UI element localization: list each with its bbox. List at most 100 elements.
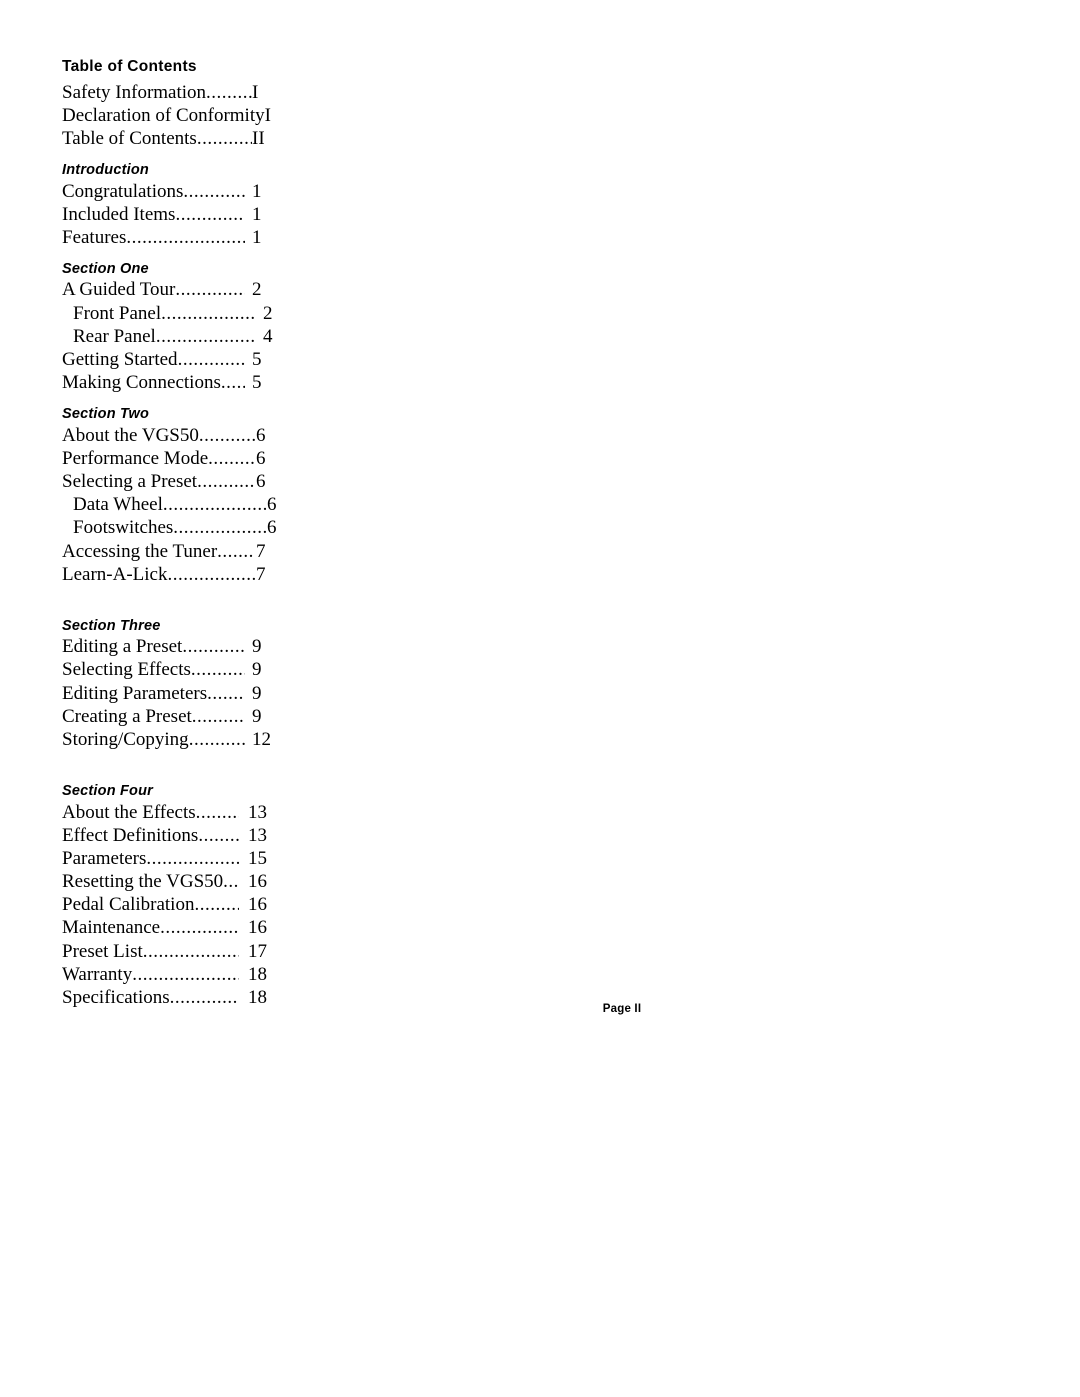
toc-entry-title: Warranty xyxy=(62,963,133,985)
toc-leader-dots: ........................................… xyxy=(197,471,255,492)
toc-entry-title: Learn-A-Lick xyxy=(62,563,168,585)
toc-entry[interactable]: Accessing the Tuner.....................… xyxy=(62,540,274,563)
toc-entry-page: 2 xyxy=(252,279,262,301)
toc-entry-page: 2 xyxy=(263,302,273,324)
toc-entry[interactable]: Maintenance.............................… xyxy=(62,916,274,939)
toc-entry-page: 5 xyxy=(252,348,262,370)
toc-entry[interactable]: Declaration of Conformity...............… xyxy=(62,104,274,127)
toc-entry-title: Storing/Copying xyxy=(62,728,189,750)
page-number-label: Page II xyxy=(602,1003,642,1015)
toc-entry[interactable]: Front Panel.............................… xyxy=(62,302,285,325)
toc-entry[interactable]: Making Connections......................… xyxy=(62,371,274,394)
toc-leader-dots: ........................................… xyxy=(160,917,239,939)
toc-entry-title: Selecting Effects xyxy=(62,659,191,681)
toc-leader-dots: ........................................… xyxy=(142,940,239,962)
page-footer: Page II xyxy=(0,1003,1080,1015)
toc-entry[interactable]: Safety Information......................… xyxy=(62,81,274,104)
toc-entry-title: Parameters xyxy=(62,847,147,869)
toc-entry-page: 6 xyxy=(256,447,266,469)
toc-entry-page: 9 xyxy=(252,636,262,658)
toc-entry-title: Getting Started xyxy=(62,348,178,370)
toc-entry-title: Maintenance xyxy=(62,917,161,939)
toc-entry[interactable]: Creating a Preset.......................… xyxy=(62,705,274,728)
section-heading: Section One xyxy=(62,261,149,278)
toc-entry-title: Editing a Preset xyxy=(62,636,183,658)
toc-entry[interactable]: About the Effects.......................… xyxy=(62,801,274,824)
toc-entry-page: II xyxy=(252,127,265,149)
toc-entry-title: Accessing the Tuner xyxy=(62,540,218,562)
toc-entry-page: I xyxy=(252,81,259,103)
toc-entry[interactable]: Effect Definitions......................… xyxy=(62,824,274,847)
section-heading: Section Three xyxy=(62,617,161,634)
toc-leader-dots: ........................................… xyxy=(167,563,256,585)
toc-entry-page: 7 xyxy=(256,563,266,585)
toc-entry-title: About the VGS50 xyxy=(62,424,199,446)
toc-leader-dots: ........................................… xyxy=(194,894,239,916)
toc-entry[interactable]: Storing/Copying.........................… xyxy=(62,728,274,751)
toc-leader-dots: ........................................… xyxy=(208,447,255,469)
toc-entry[interactable]: Rear Panel..............................… xyxy=(62,325,285,348)
toc-entry-page: 9 xyxy=(252,682,262,704)
toc-entry[interactable]: Selecting a Preset......................… xyxy=(62,470,274,493)
toc-entry-title: Declaration of Conformity xyxy=(62,104,265,126)
toc-entry[interactable]: Features................................… xyxy=(62,226,274,249)
toc-leader-dots: ........................................… xyxy=(220,372,245,394)
toc-leader-dots: ........................................… xyxy=(196,127,252,149)
toc-leader-dots: ........................................… xyxy=(177,348,245,370)
toc-leader-dots: ........................................… xyxy=(175,203,245,225)
toc-entry-page: 9 xyxy=(252,659,262,681)
toc-entry[interactable]: Pedal Calibration.......................… xyxy=(62,893,274,916)
table-of-contents: Table of Contents Safety Information....… xyxy=(62,58,277,1009)
toc-entry-page: 1 xyxy=(252,180,262,202)
toc-leader-dots: ........................................… xyxy=(190,659,245,681)
section-heading: Section Four xyxy=(62,783,154,800)
toc-entry-page: 4 xyxy=(263,325,273,347)
toc-entry-title: Front Panel xyxy=(73,302,162,324)
toc-leader-dots: ........................................… xyxy=(223,871,239,893)
toc-entry[interactable]: Parameters..............................… xyxy=(62,847,274,870)
page-title: Table of Contents xyxy=(62,58,197,75)
toc-entry[interactable]: About the VGS50.........................… xyxy=(62,424,274,447)
toc-entry-page: 16 xyxy=(248,917,267,939)
toc-entry[interactable]: Warranty................................… xyxy=(62,963,274,986)
toc-entry[interactable]: Table of Contents.......................… xyxy=(62,127,274,150)
toc-entry-page: 6 xyxy=(256,471,266,492)
toc-entry[interactable]: Getting Started.........................… xyxy=(62,348,274,371)
toc-entry-page: 7 xyxy=(256,540,266,562)
toc-entry[interactable]: Selecting Effects.......................… xyxy=(62,658,274,681)
toc-entry-title: Footswitches xyxy=(73,517,174,539)
toc-leader-dots: ........................................… xyxy=(132,963,239,985)
toc-entry[interactable]: Performance Mode........................… xyxy=(62,447,274,470)
toc-entry[interactable]: Included Items..........................… xyxy=(62,203,274,226)
toc-entry[interactable]: Editing a Preset........................… xyxy=(62,635,274,658)
toc-entry-page: 6 xyxy=(256,424,266,446)
toc-leader-dots: ........................................… xyxy=(191,705,245,727)
toc-leader-dots: ........................................… xyxy=(161,302,256,324)
toc-leader-dots: ........................................… xyxy=(198,824,239,846)
toc-entry-page: 12 xyxy=(252,728,271,750)
toc-entry-title: Congratulations xyxy=(62,180,184,202)
toc-leader-dots: ........................................… xyxy=(162,494,266,516)
toc-entry[interactable]: Congratulations.........................… xyxy=(62,180,274,203)
toc-leader-dots: ........................................… xyxy=(188,728,245,750)
toc-entry[interactable]: Data Wheel..............................… xyxy=(62,493,285,516)
toc-entry-title: Rear Panel xyxy=(73,325,156,347)
toc-entry-title: Editing Parameters xyxy=(62,682,208,704)
toc-entry[interactable]: Editing Parameters......................… xyxy=(62,682,274,705)
toc-entry-title: Pedal Calibration xyxy=(62,894,195,916)
toc-entry-page: 9 xyxy=(252,705,262,727)
toc-entry-title: Safety Information xyxy=(62,81,207,103)
toc-entry-title: Selecting a Preset xyxy=(62,471,198,492)
toc-entry[interactable]: Preset List.............................… xyxy=(62,940,274,963)
toc-entry-page: 1 xyxy=(252,226,262,248)
toc-entry[interactable]: Resetting the VGS50.....................… xyxy=(62,870,274,893)
sections-container: IntroductionCongratulations.............… xyxy=(62,162,277,1009)
toc-entry-page: 15 xyxy=(248,847,267,869)
toc-entry-title: Effect Definitions xyxy=(62,824,199,846)
toc-entry-page: 17 xyxy=(248,940,267,962)
toc-entry[interactable]: Learn-A-Lick............................… xyxy=(62,563,274,586)
toc-entry[interactable]: Footswitches............................… xyxy=(62,516,285,539)
section-heading: Introduction xyxy=(62,162,149,179)
toc-entry-page: 13 xyxy=(248,824,267,846)
toc-entry[interactable]: A Guided Tour...........................… xyxy=(62,278,274,301)
